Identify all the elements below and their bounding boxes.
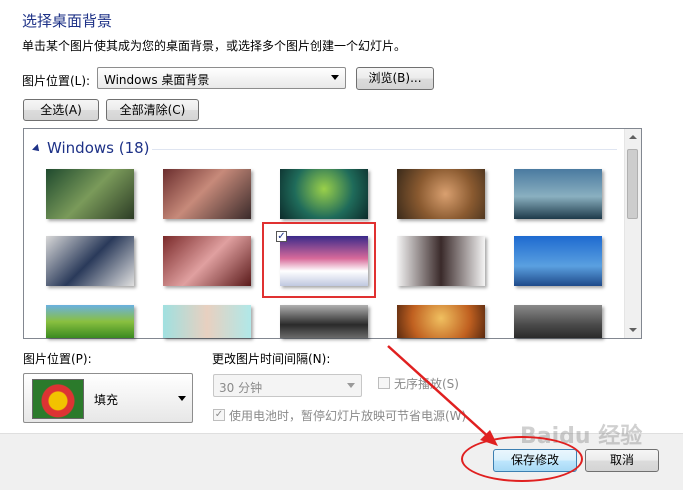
interval-label: 更改图片时间间隔(N): <box>212 352 331 366</box>
page-title: 选择桌面背景 <box>22 12 113 30</box>
wallpaper-thumbnail[interactable] <box>46 236 134 286</box>
wallpaper-thumbnail[interactable] <box>163 236 251 286</box>
thumbnail-checkbox[interactable]: ✓ <box>276 231 287 242</box>
picture-position-label: 图片位置(P): <box>23 352 92 366</box>
scroll-down-icon[interactable] <box>629 328 637 332</box>
interval-value: 30 分钟 <box>219 381 263 395</box>
scroll-up-icon[interactable] <box>629 135 637 139</box>
interval-select[interactable]: 30 分钟 <box>213 374 362 397</box>
gallery-scrollbar[interactable] <box>624 129 641 338</box>
picture-location-value: Windows 桌面背景 <box>104 73 210 87</box>
wallpaper-thumbnail[interactable] <box>397 236 485 286</box>
annotation-arrow <box>387 345 498 446</box>
collapse-triangle-icon <box>32 143 42 154</box>
wallpaper-thumbnail[interactable] <box>514 305 602 338</box>
wallpaper-thumbnail[interactable] <box>397 305 485 338</box>
wallpaper-thumbnail[interactable] <box>514 169 602 219</box>
picture-position-select[interactable]: 填充 <box>23 373 193 423</box>
chevron-down-icon <box>347 383 355 388</box>
wallpaper-thumbnail[interactable] <box>280 169 368 219</box>
wallpaper-thumbnail[interactable] <box>46 305 134 338</box>
flower-preview-icon <box>32 379 84 419</box>
wallpaper-thumbnail[interactable] <box>280 305 368 338</box>
browse-button[interactable]: 浏览(B)... <box>356 67 434 90</box>
page-subtitle: 单击某个图片使其成为您的桌面背景，或选择多个图片创建一个幻灯片。 <box>22 39 407 53</box>
picture-location-label: 图片位置(L): <box>22 74 91 88</box>
wallpaper-thumbnail[interactable] <box>163 305 251 338</box>
group-title: Windows (18) <box>47 139 150 157</box>
group-divider <box>152 149 617 150</box>
chevron-down-icon <box>178 396 186 401</box>
picture-location-select[interactable]: Windows 桌面背景 <box>97 67 346 89</box>
select-all-button[interactable]: 全选(A) <box>23 99 99 121</box>
clear-all-button[interactable]: 全部清除(C) <box>106 99 199 121</box>
scroll-thumb[interactable] <box>627 149 638 219</box>
wallpaper-thumbnail[interactable] <box>514 236 602 286</box>
chevron-down-icon <box>331 75 339 80</box>
cancel-button[interactable]: 取消 <box>585 449 659 472</box>
battery-pause-checkbox[interactable]: ✓ <box>213 409 225 421</box>
picture-position-value: 填充 <box>94 393 119 407</box>
wallpaper-thumbnail[interactable] <box>397 169 485 219</box>
wallpaper-thumbnail[interactable] <box>46 169 134 219</box>
wallpaper-thumbnail[interactable] <box>163 169 251 219</box>
group-header[interactable]: Windows (18) <box>32 139 150 157</box>
